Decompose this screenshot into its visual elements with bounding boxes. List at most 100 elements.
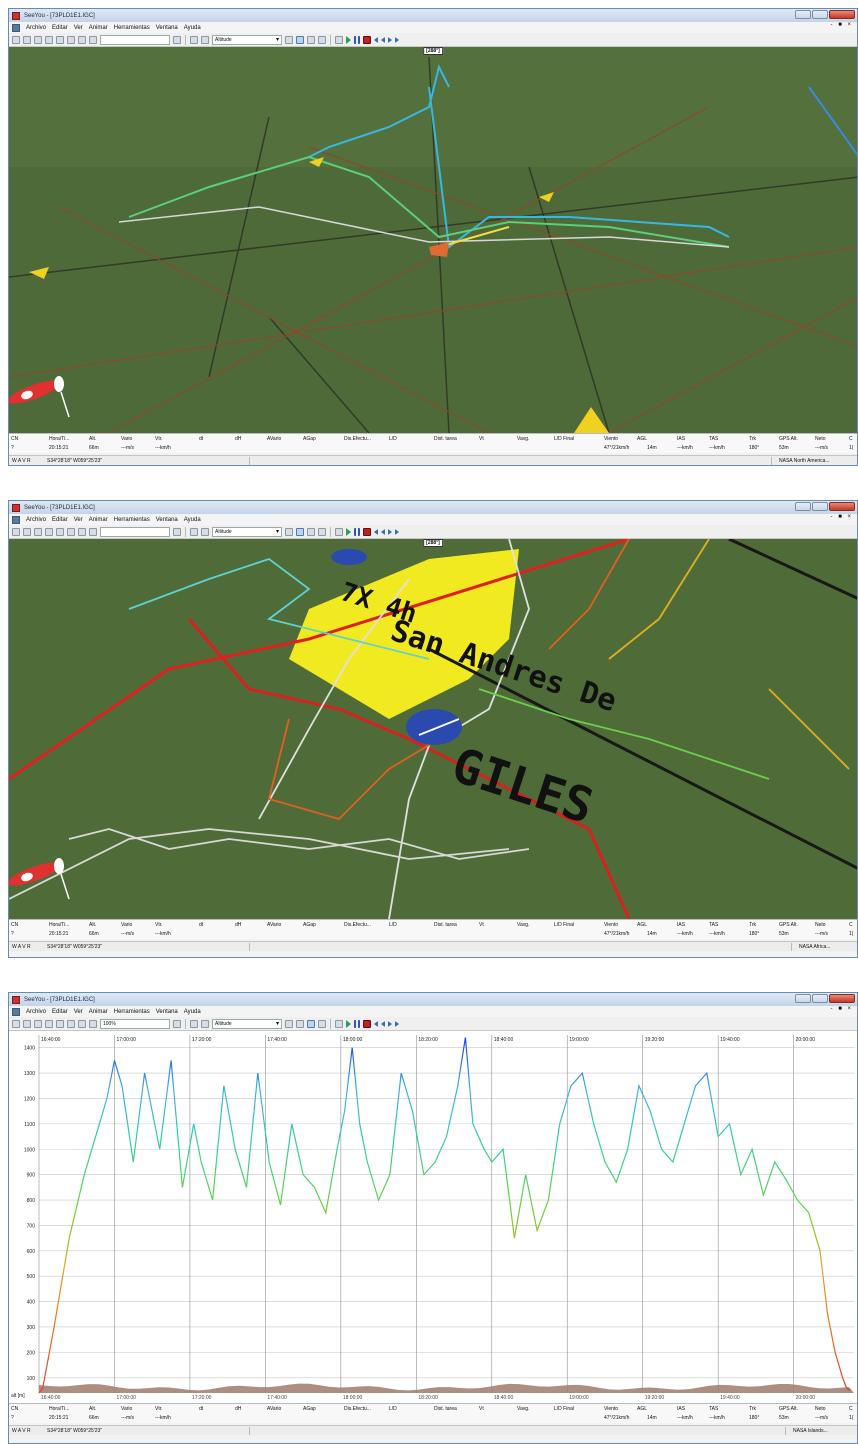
minimize-button[interactable]	[795, 10, 811, 19]
document-menu-icon[interactable]	[12, 1007, 20, 1016]
col-alt[interactable]: Alt.	[89, 1406, 96, 1412]
step-forward-icon[interactable]	[388, 528, 392, 535]
col-trk[interactable]: Trk	[749, 922, 756, 928]
col-tas[interactable]: TAS	[709, 922, 718, 928]
col-ias[interactable]: IAS	[677, 1406, 685, 1412]
step-forward-icon[interactable]	[388, 36, 392, 43]
help-icon[interactable]	[173, 35, 181, 44]
step-back-icon[interactable]	[381, 528, 385, 535]
clock-icon[interactable]	[335, 35, 343, 44]
minimize-button[interactable]	[795, 502, 811, 511]
col-neto[interactable]: Neto	[815, 922, 826, 928]
col-vtr[interactable]: Vtr.	[155, 922, 163, 928]
col-neto[interactable]: Neto	[815, 436, 826, 442]
edit-icon[interactable]	[56, 1019, 64, 1028]
barogram-icon[interactable]	[307, 1019, 315, 1028]
menu-archivo[interactable]: Archivo	[26, 517, 46, 523]
print-preview-icon[interactable]	[45, 527, 53, 536]
altitude-select[interactable]: Altitude	[212, 526, 282, 537]
warning-icon[interactable]	[285, 1019, 293, 1028]
pause-icon[interactable]	[354, 527, 360, 536]
col-viento[interactable]: Viento	[604, 922, 618, 928]
pause-icon[interactable]	[354, 1019, 360, 1028]
measure-icon[interactable]	[67, 35, 75, 44]
step-back-icon[interactable]	[381, 36, 385, 43]
zoom-out-icon[interactable]	[89, 1019, 97, 1028]
layers-icon[interactable]	[201, 1019, 209, 1028]
menu-herramientas[interactable]: Herramientas	[114, 517, 150, 523]
edit-icon[interactable]	[56, 35, 64, 44]
col-viento[interactable]: Viento	[604, 1406, 618, 1412]
status-modes[interactable]: W A V R	[12, 944, 31, 950]
menu-editar[interactable]: Editar	[52, 517, 68, 523]
3d-view-icon[interactable]	[296, 527, 304, 536]
barogram-chart[interactable]: 100 200 300 400 500 600 700 800 900 1000 1100 1200 1…	[9, 1031, 857, 1403]
zoom-select[interactable]	[100, 526, 170, 537]
col-avario[interactable]: AVario	[267, 922, 281, 928]
col-dist-tarea[interactable]: Dist. tarea	[434, 1406, 457, 1412]
col-avario[interactable]: AVario	[267, 436, 281, 442]
maximize-button[interactable]	[812, 10, 828, 19]
col-cn[interactable]: CN	[11, 436, 18, 442]
col-trk[interactable]: Trk	[749, 436, 756, 442]
3d-view-icon[interactable]	[296, 35, 304, 44]
print-icon[interactable]	[34, 35, 42, 44]
clock-icon[interactable]	[335, 1019, 343, 1028]
close-button[interactable]	[829, 10, 855, 19]
menu-ver[interactable]: Ver	[74, 25, 83, 31]
measure-icon[interactable]	[67, 1019, 75, 1028]
col-vavg[interactable]: Vavg.	[517, 1406, 529, 1412]
col-cn[interactable]: CN	[11, 1406, 18, 1412]
skip-back-icon[interactable]	[374, 528, 378, 535]
col-ld[interactable]: L/D	[389, 436, 397, 442]
mdi-controls[interactable]: - ■ ×	[831, 1006, 853, 1012]
col-agl[interactable]: AGL	[637, 436, 647, 442]
layers-icon[interactable]	[201, 527, 209, 536]
save-icon[interactable]	[23, 1019, 31, 1028]
col-dist-tarea[interactable]: Dist. tarea	[434, 436, 457, 442]
col-vt[interactable]: Vt	[479, 922, 484, 928]
col-ld-final[interactable]: L/D Final	[554, 1406, 574, 1412]
col-vtr[interactable]: Vtr.	[155, 436, 163, 442]
warning-icon[interactable]	[285, 35, 293, 44]
print-icon[interactable]	[34, 1019, 42, 1028]
col-avario[interactable]: AVario	[267, 1406, 281, 1412]
col-agl[interactable]: AGL	[637, 922, 647, 928]
barogram-icon[interactable]	[307, 527, 315, 536]
minimize-button[interactable]	[795, 994, 811, 1003]
col-gps-alt[interactable]: GPS Alt.	[779, 436, 798, 442]
pause-icon[interactable]	[354, 35, 360, 44]
skip-back-icon[interactable]	[374, 1020, 378, 1027]
status-modes[interactable]: W A V R	[12, 1428, 31, 1434]
open-icon[interactable]	[12, 1019, 20, 1028]
maximize-button[interactable]	[812, 502, 828, 511]
menu-herramientas[interactable]: Herramientas	[114, 25, 150, 31]
menu-ver[interactable]: Ver	[74, 1009, 83, 1015]
mdi-controls[interactable]: - ■ ×	[831, 22, 853, 28]
col-dis-efectiva[interactable]: Dis.Efectu...	[344, 1406, 371, 1412]
warning-icon[interactable]	[285, 527, 293, 536]
document-menu-icon[interactable]	[12, 23, 20, 32]
menu-ventana[interactable]: Ventana	[156, 517, 178, 523]
skip-forward-icon[interactable]	[395, 1020, 399, 1027]
col-viento[interactable]: Viento	[604, 436, 618, 442]
3d-map-view[interactable]: [288°]	[9, 47, 857, 433]
col-agap[interactable]: AGap	[303, 922, 316, 928]
menu-ver[interactable]: Ver	[74, 517, 83, 523]
edit-icon[interactable]	[56, 527, 64, 536]
col-cn[interactable]: CN	[11, 922, 18, 928]
print-preview-icon[interactable]	[45, 35, 53, 44]
col-vt[interactable]: Vt	[479, 436, 484, 442]
layers-icon[interactable]	[201, 35, 209, 44]
skip-forward-icon[interactable]	[395, 36, 399, 43]
close-button[interactable]	[829, 994, 855, 1003]
menu-ventana[interactable]: Ventana	[156, 1009, 178, 1015]
col-c[interactable]: C	[849, 436, 853, 442]
col-dh[interactable]: dH	[235, 1406, 241, 1412]
zoom-select[interactable]	[100, 34, 170, 45]
col-agap[interactable]: AGap	[303, 1406, 316, 1412]
terrain-icon[interactable]	[190, 35, 198, 44]
col-neto[interactable]: Neto	[815, 1406, 826, 1412]
step-forward-icon[interactable]	[388, 1020, 392, 1027]
col-ias[interactable]: IAS	[677, 922, 685, 928]
